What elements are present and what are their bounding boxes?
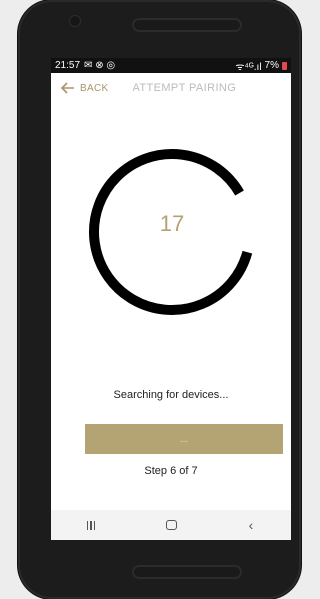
page-title: ATTEMPT PAIRING xyxy=(132,82,237,94)
recent-apps-button[interactable] xyxy=(76,514,106,536)
recent-apps-icon xyxy=(86,520,96,530)
phone-frame: 21:57 ✉ ⊗ ◎ ᯤ⁴ᴳ.ıl 7% BACK ATTEMPT PAIRI… xyxy=(18,0,301,599)
countdown-value: 17 xyxy=(159,211,185,236)
bottom-speaker xyxy=(132,565,242,579)
battery-icon xyxy=(282,61,287,70)
back-label: BACK xyxy=(80,82,109,94)
signal-icon: ᯤ⁴ᴳ.ıl xyxy=(235,61,262,73)
back-nav-button[interactable]: ‹ xyxy=(236,514,266,536)
back-icon: ‹ xyxy=(248,517,254,533)
system-nav-bar: ‹ xyxy=(51,510,291,540)
step-indicator: Step 6 of 7 xyxy=(144,465,198,477)
app-bar: BACK ATTEMPT PAIRING xyxy=(51,73,291,103)
battery-percent: 7% xyxy=(264,60,279,71)
status-message: Searching for devices... xyxy=(113,389,229,401)
arrow-left-icon xyxy=(61,82,74,94)
front-camera xyxy=(70,16,80,26)
home-button[interactable] xyxy=(156,514,186,536)
pairing-action-button[interactable]: ... xyxy=(85,424,283,454)
notification-icons: ✉ ⊗ ◎ xyxy=(84,60,116,71)
screen: 21:57 ✉ ⊗ ◎ ᯤ⁴ᴳ.ıl 7% BACK ATTEMPT PAIRI… xyxy=(51,58,291,540)
status-time: 21:57 xyxy=(55,60,81,71)
home-icon xyxy=(165,520,177,530)
status-bar: 21:57 ✉ ⊗ ◎ ᯤ⁴ᴳ.ıl 7% xyxy=(51,58,291,73)
earpiece-speaker xyxy=(132,18,242,32)
back-button[interactable]: BACK xyxy=(61,82,108,94)
